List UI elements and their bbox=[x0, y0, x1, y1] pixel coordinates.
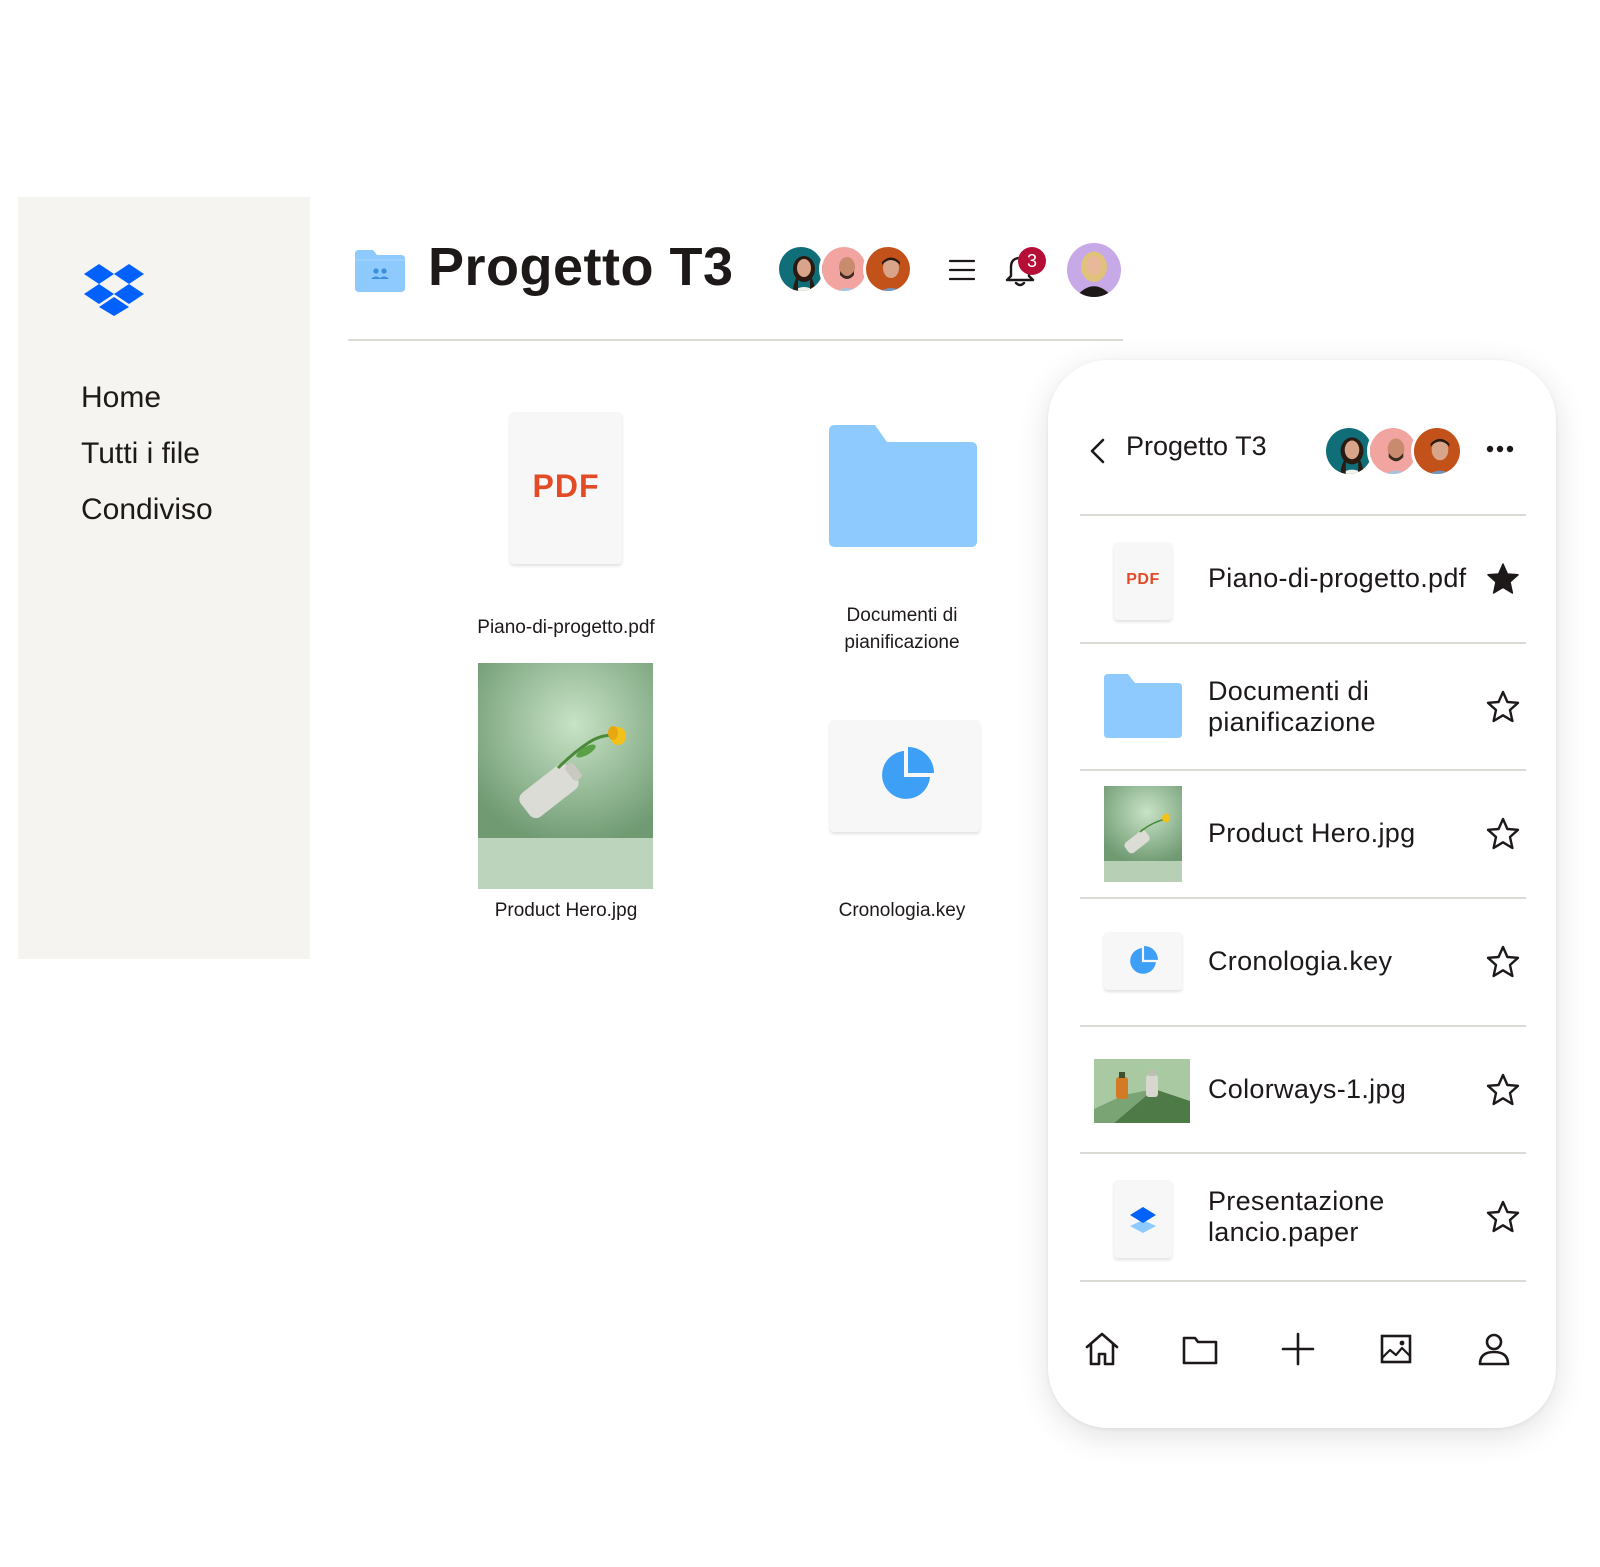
folder-icon bbox=[1104, 674, 1182, 738]
dropbox-paper-icon bbox=[1130, 1207, 1156, 1233]
sidebar-item-all-files[interactable]: Tutti i file bbox=[81, 437, 200, 471]
divider bbox=[348, 339, 1123, 341]
pdf-file-thumbnail[interactable]: PDF bbox=[510, 412, 622, 564]
back-chevron-icon[interactable] bbox=[1088, 437, 1108, 465]
folder-outline-icon[interactable] bbox=[1181, 1330, 1219, 1368]
sidebar-item-home[interactable]: Home bbox=[81, 381, 161, 415]
photos-icon[interactable] bbox=[1377, 1330, 1415, 1368]
folder-icon[interactable] bbox=[829, 425, 977, 547]
list-item[interactable]: Colorways-1.jpg bbox=[1080, 1027, 1526, 1154]
file-name: Cronologia.key bbox=[1208, 946, 1393, 976]
file-name[interactable]: Cronologia.key bbox=[772, 897, 1032, 924]
list-item[interactable]: Cronologia.key bbox=[1080, 899, 1526, 1026]
file-name[interactable]: Product Hero.jpg bbox=[436, 897, 696, 924]
keynote-file-thumbnail[interactable] bbox=[830, 720, 980, 832]
product-hero-image[interactable] bbox=[478, 663, 653, 889]
star-outline-icon[interactable] bbox=[1486, 817, 1520, 851]
mobile-title: Progetto T3 bbox=[1126, 431, 1267, 461]
avatar[interactable] bbox=[819, 244, 869, 294]
list-item[interactable]: Documenti di pianificazione bbox=[1080, 644, 1526, 771]
star-outline-icon[interactable] bbox=[1486, 690, 1520, 724]
divider bbox=[1080, 1280, 1526, 1282]
keynote-thumbnail bbox=[1104, 932, 1182, 990]
pdf-label: PDF bbox=[532, 468, 600, 504]
file-name: Piano-di-progetto.pdf bbox=[1208, 563, 1467, 593]
dropbox-logo-icon[interactable] bbox=[84, 264, 144, 316]
image-thumbnail bbox=[1094, 1059, 1190, 1123]
file-name: Presentazione lancio.paper bbox=[1208, 1186, 1385, 1247]
account-icon[interactable] bbox=[1475, 1330, 1513, 1368]
image-thumbnail bbox=[1104, 786, 1182, 882]
avatar[interactable] bbox=[863, 244, 913, 294]
star-outline-icon[interactable] bbox=[1486, 1073, 1520, 1107]
mobile-app-panel: Progetto T3 PDF Piano-di-progetto.pdf Do… bbox=[1048, 360, 1556, 1428]
avatar[interactable] bbox=[1411, 425, 1463, 477]
sidebar-item-shared[interactable]: Condiviso bbox=[81, 493, 213, 527]
pdf-label: PDF bbox=[1126, 571, 1160, 588]
plus-icon[interactable] bbox=[1279, 1330, 1317, 1368]
menu-icon[interactable] bbox=[948, 256, 976, 284]
star-outline-icon[interactable] bbox=[1486, 1200, 1520, 1234]
pie-chart-icon bbox=[882, 747, 934, 799]
list-item[interactable]: Product Hero.jpg bbox=[1080, 771, 1526, 898]
pie-chart-icon bbox=[1130, 946, 1158, 974]
list-item[interactable]: Presentazione lancio.paper bbox=[1080, 1154, 1526, 1281]
more-options-icon[interactable] bbox=[1486, 445, 1514, 453]
pdf-thumbnail: PDF bbox=[1114, 542, 1172, 620]
notification-badge: 3 bbox=[1018, 247, 1046, 275]
file-name: Product Hero.jpg bbox=[1208, 818, 1416, 848]
collaborators-avatars[interactable] bbox=[1323, 425, 1463, 479]
file-name[interactable]: Piano-di-progetto.pdf bbox=[436, 614, 696, 641]
folder-name: Documenti di pianificazione bbox=[1208, 676, 1376, 737]
sidebar: Home Tutti i file Condiviso bbox=[18, 197, 310, 959]
page-title: Progetto T3 bbox=[428, 237, 734, 297]
user-avatar[interactable] bbox=[1067, 243, 1121, 297]
paper-thumbnail bbox=[1114, 1180, 1172, 1258]
star-outline-icon[interactable] bbox=[1486, 945, 1520, 979]
home-icon[interactable] bbox=[1083, 1330, 1121, 1368]
file-name: Colorways-1.jpg bbox=[1208, 1074, 1407, 1104]
list-item[interactable]: PDF Piano-di-progetto.pdf bbox=[1080, 516, 1526, 643]
shared-folder-icon bbox=[355, 250, 405, 292]
star-filled-icon[interactable] bbox=[1486, 562, 1520, 596]
collaborators-avatars[interactable] bbox=[776, 244, 921, 298]
folder-name[interactable]: Documenti di pianificazione bbox=[772, 602, 1032, 656]
